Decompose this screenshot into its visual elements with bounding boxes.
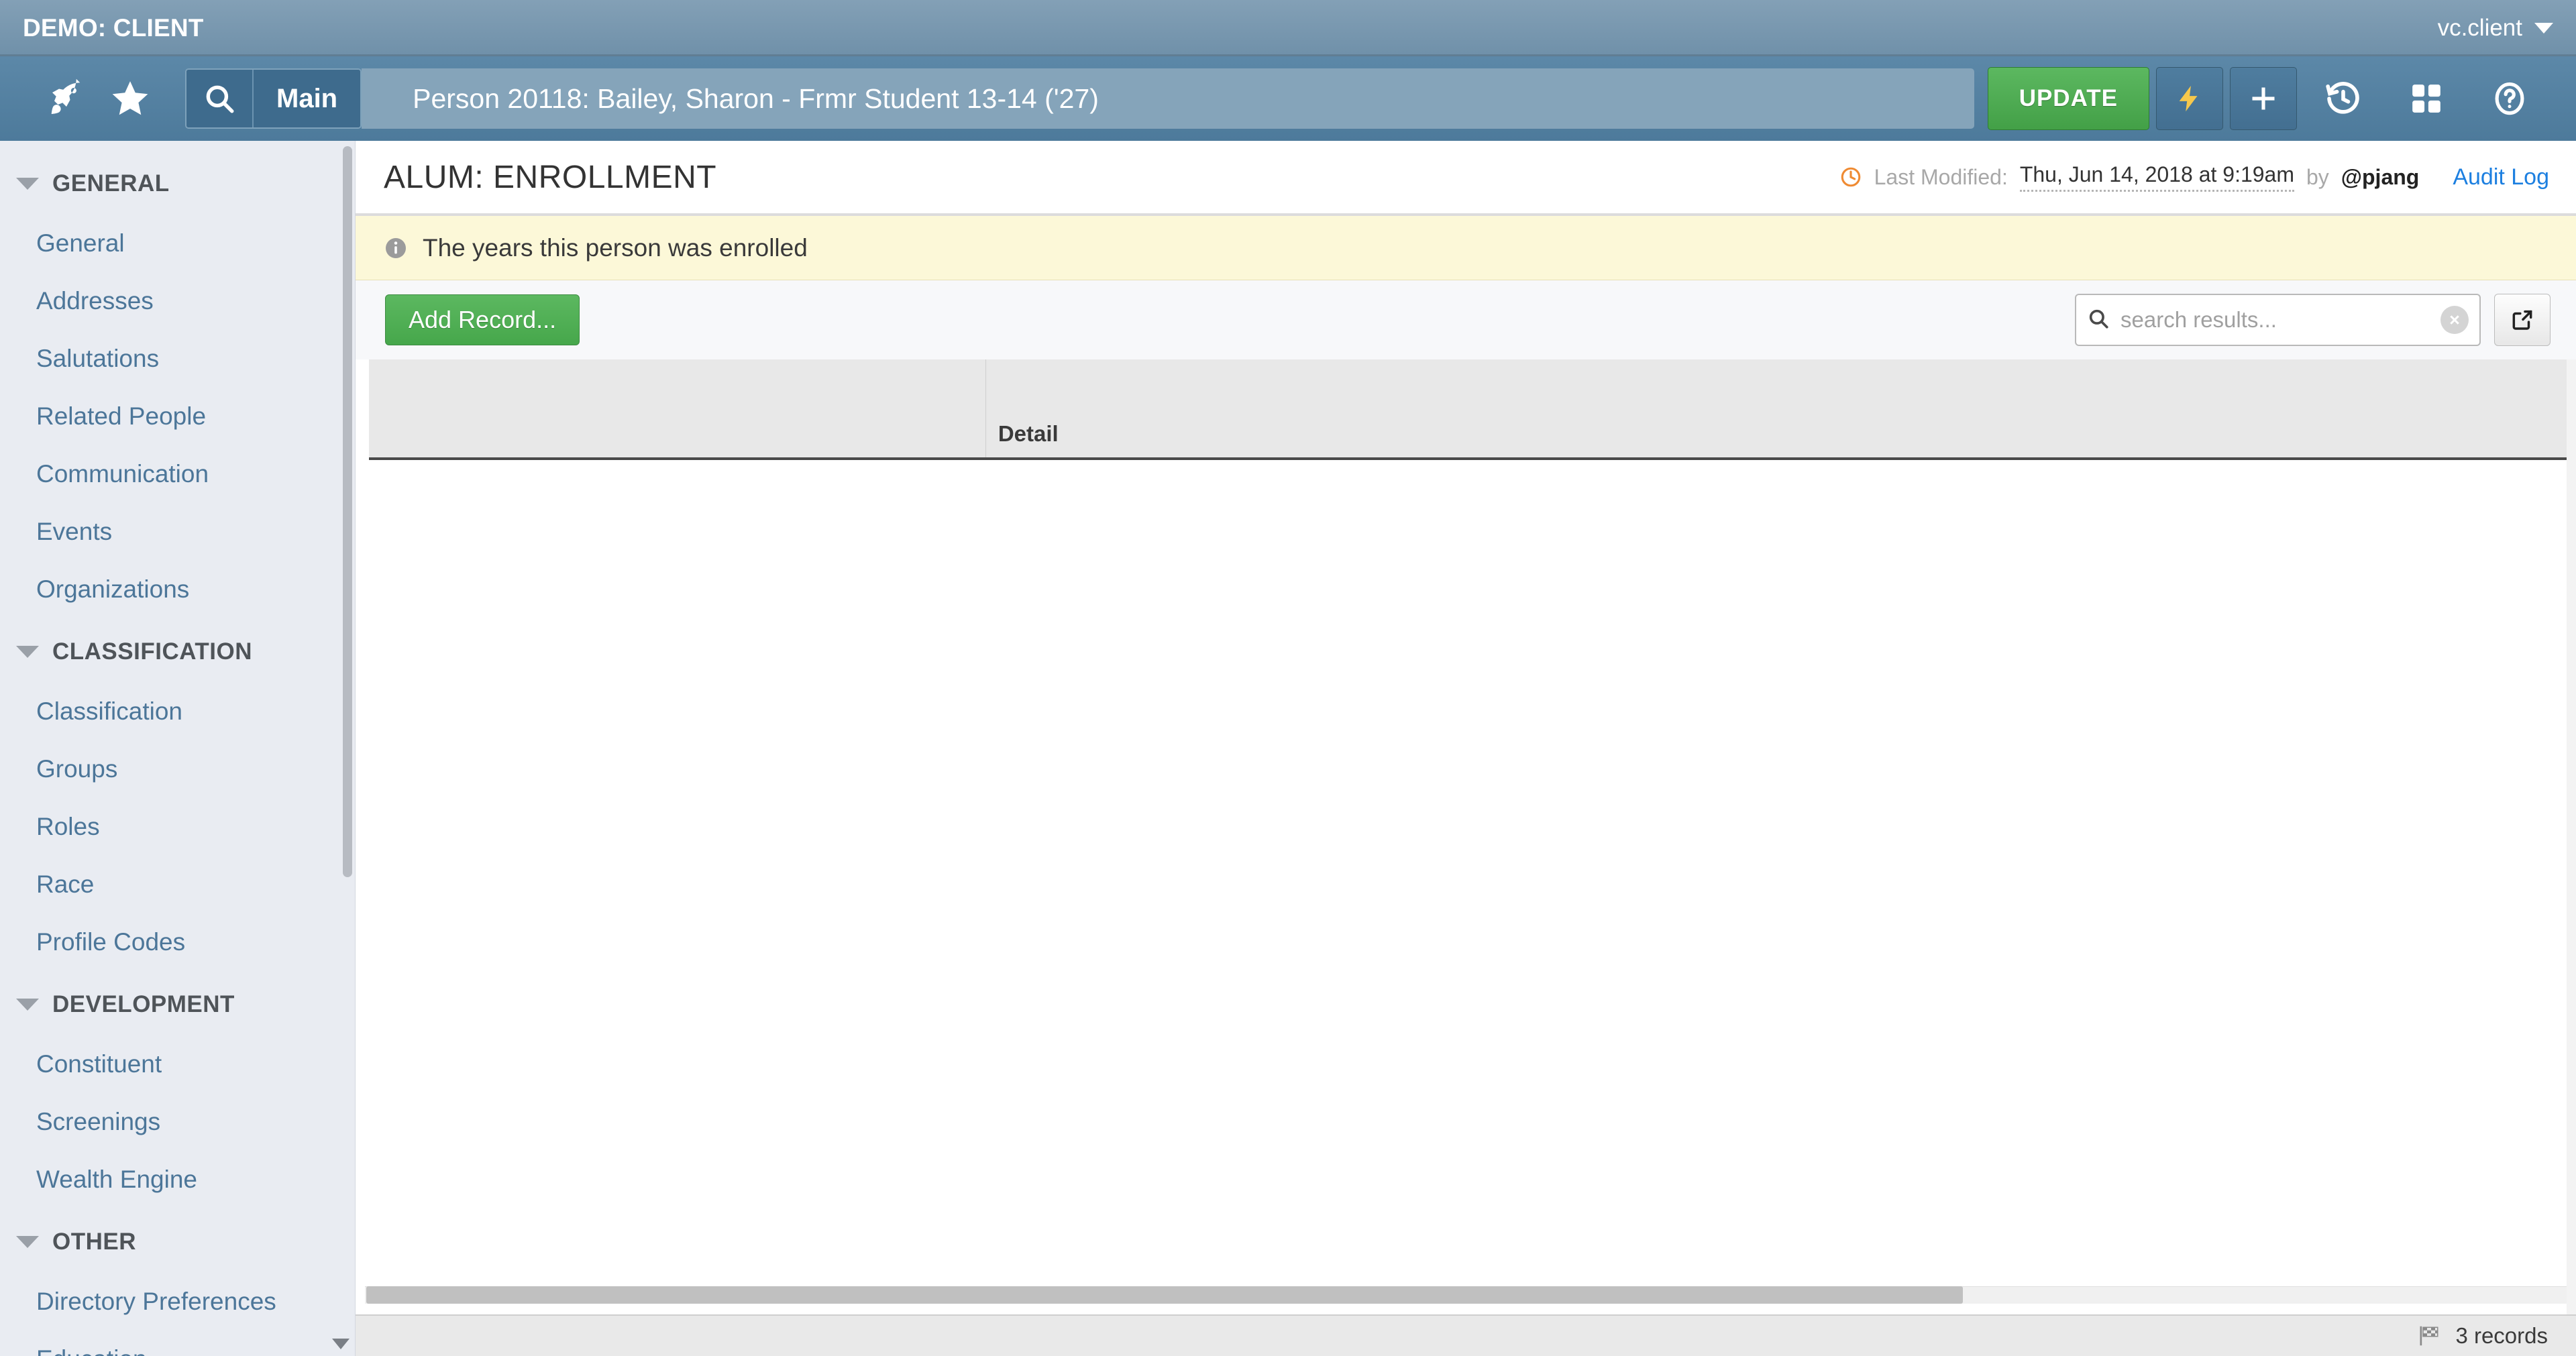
sidebar-item-profile-codes[interactable]: Profile Codes xyxy=(0,913,355,971)
user-name-label: vc.client xyxy=(2437,15,2522,41)
sidebar-section-development[interactable]: DEVELOPMENT xyxy=(0,971,355,1035)
column-header-sel[interactable] xyxy=(369,359,986,460)
help-question-icon[interactable] xyxy=(2473,67,2546,130)
table-header: Detail xyxy=(369,359,2576,460)
sidebar-item-directory-preferences[interactable]: Directory Preferences xyxy=(0,1273,355,1331)
by-label: by xyxy=(2306,164,2329,189)
sidebar-section-other[interactable]: OTHER xyxy=(0,1208,355,1273)
search-icon[interactable] xyxy=(186,70,254,127)
sidebar-item-wealth-engine[interactable]: Wealth Engine xyxy=(0,1151,355,1208)
audit-log-link[interactable]: Audit Log xyxy=(2453,164,2549,190)
column-header-detail[interactable]: Detail xyxy=(985,359,2576,460)
sidebar-navigation: GENERAL General Addresses Salutations Relate… xyxy=(0,141,356,1356)
sidebar-item-organizations[interactable]: Organizations xyxy=(0,561,355,618)
table-area: Detail xyxy=(356,359,2576,1314)
record-count-label: 3 records xyxy=(2455,1323,2548,1348)
info-banner-text: The years this person was enrolled xyxy=(423,233,808,262)
rocket-icon[interactable] xyxy=(34,66,98,131)
search-input[interactable] xyxy=(2121,307,2430,333)
table-header-row: Detail xyxy=(369,359,2576,460)
chevron-down-icon xyxy=(2534,23,2553,34)
info-icon xyxy=(384,236,408,260)
application-window: DEMO: CLIENT vc.client Main Person 20118… xyxy=(0,0,2576,1356)
page-title: ALUM: ENROLLMENT xyxy=(384,159,717,195)
plus-icon[interactable] xyxy=(2230,67,2297,130)
last-modified-label: Last Modified: xyxy=(1874,164,2008,189)
lightning-bolt-icon[interactable] xyxy=(2156,67,2223,130)
sidebar-section-classification[interactable]: CLASSIFICATION xyxy=(0,618,355,683)
sidebar-item-events[interactable]: Events xyxy=(0,503,355,561)
page-header: ALUM: ENROLLMENT Last Modified: Thu, Jun… xyxy=(356,141,2576,216)
table-toolbar: Add Record... × xyxy=(356,280,2576,359)
breadcrumb-main[interactable]: Main xyxy=(254,70,361,127)
checkered-flag-icon xyxy=(2419,1326,2443,1346)
history-clock-icon[interactable] xyxy=(2306,67,2380,130)
horizontal-scrollbar-thumb[interactable] xyxy=(366,1286,1963,1304)
sidebar-section-label: CLASSIFICATION xyxy=(52,638,253,665)
breadcrumb-record-title: Person 20118: Bailey, Sharon - Frmr Stud… xyxy=(362,68,1974,129)
update-button[interactable]: UPDATE xyxy=(1987,67,2149,130)
chevron-down-icon xyxy=(16,1236,39,1248)
info-banner: The years this person was enrolled xyxy=(356,216,2576,280)
sidebar-item-classification[interactable]: Classification xyxy=(0,683,355,740)
navigation-bar: Main Person 20118: Bailey, Sharon - Frmr… xyxy=(0,56,2576,141)
add-record-button[interactable]: Add Record... xyxy=(385,294,580,345)
demo-client-label: DEMO: CLIENT xyxy=(23,14,204,42)
clear-search-icon[interactable]: × xyxy=(2440,306,2469,334)
sidebar-item-constituent[interactable]: Constituent xyxy=(0,1035,355,1093)
clock-icon xyxy=(1839,166,1862,188)
top-bar: DEMO: CLIENT vc.client xyxy=(0,0,2576,56)
sidebar-item-salutations[interactable]: Salutations xyxy=(0,330,355,388)
column-header-label: Detail xyxy=(998,421,1059,446)
sidebar-section-general[interactable]: GENERAL xyxy=(0,150,355,215)
toolbar-right-group: × xyxy=(2075,294,2551,346)
status-footer: 3 records xyxy=(356,1314,2576,1356)
sidebar-item-general[interactable]: General xyxy=(0,215,355,272)
search-results-box: × xyxy=(2075,294,2481,346)
sidebar-item-race[interactable]: Race xyxy=(0,856,355,913)
sidebar-item-education[interactable]: Education xyxy=(0,1331,355,1356)
export-button[interactable] xyxy=(2494,294,2551,346)
sidebar-section-label: GENERAL xyxy=(52,170,170,196)
sidebar-item-related-people[interactable]: Related People xyxy=(0,388,355,445)
sidebar-scroll-down-icon[interactable] xyxy=(332,1339,350,1349)
last-modified-date: Thu, Jun 14, 2018 at 9:19am xyxy=(2019,162,2294,192)
search-icon xyxy=(2087,307,2110,333)
sidebar-item-addresses[interactable]: Addresses xyxy=(0,272,355,330)
chevron-down-icon xyxy=(16,646,39,658)
grid-apps-icon[interactable] xyxy=(2390,67,2463,130)
sidebar-section-label: DEVELOPMENT xyxy=(52,991,235,1017)
star-favorite-icon[interactable] xyxy=(98,66,162,131)
vertical-scrollbar-track[interactable] xyxy=(2567,359,2576,1314)
sidebar-section-label: OTHER xyxy=(52,1229,136,1255)
sidebar-item-groups[interactable]: Groups xyxy=(0,740,355,798)
nav-action-group: UPDATE xyxy=(1987,67,2546,130)
sidebar-item-communication[interactable]: Communication xyxy=(0,445,355,503)
modified-by-user: @pjang xyxy=(2341,164,2420,189)
chevron-down-icon xyxy=(16,999,39,1011)
chevron-down-icon xyxy=(16,178,39,190)
sidebar-scrollbar[interactable] xyxy=(343,146,352,877)
page-meta: Last Modified: Thu, Jun 14, 2018 at 9:19… xyxy=(1839,162,2549,192)
sidebar-item-screenings[interactable]: Screenings xyxy=(0,1093,355,1151)
main-content: ALUM: ENROLLMENT Last Modified: Thu, Jun… xyxy=(356,141,2576,1356)
user-menu[interactable]: vc.client xyxy=(2438,15,2553,42)
enrollment-table: Detail xyxy=(369,359,2576,460)
sidebar-item-roles[interactable]: Roles xyxy=(0,798,355,856)
search-main-group: Main xyxy=(185,68,362,129)
body-container: GENERAL General Addresses Salutations Relate… xyxy=(0,141,2576,1356)
